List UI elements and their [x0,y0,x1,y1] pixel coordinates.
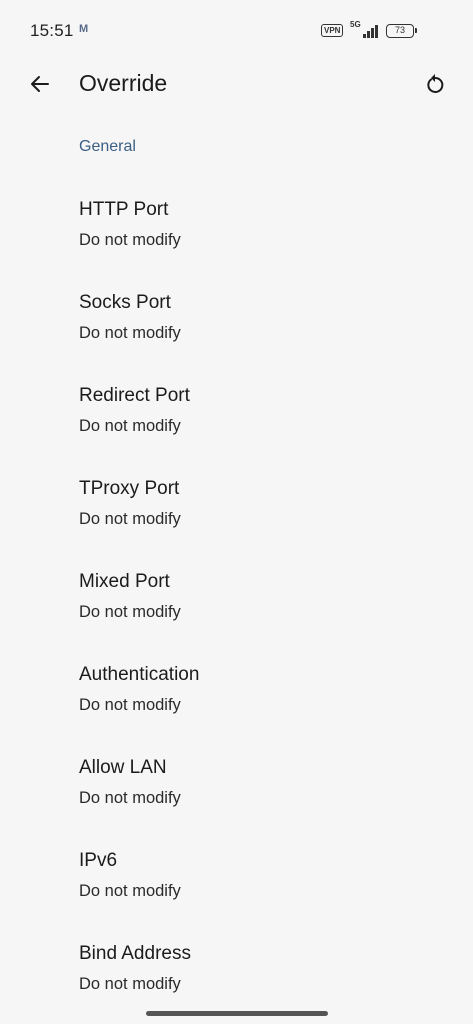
battery-tip [415,28,417,33]
setting-title: TProxy Port [79,478,180,499]
status-time: 15:51 [30,21,74,40]
setting-value: Do not modify [79,603,181,621]
setting-authentication[interactable]: Authentication Do not modify [0,645,473,738]
setting-bind-address[interactable]: Bind Address Do not modify [0,924,473,1017]
back-button[interactable] [24,68,56,100]
setting-socks-port[interactable]: Socks Port Do not modify [0,273,473,366]
status-bar: 15:51 M VPN 5G 73 [0,0,473,60]
setting-title: Authentication [79,664,200,685]
setting-redirect-port[interactable]: Redirect Port Do not modify [0,366,473,459]
setting-ipv6[interactable]: IPv6 Do not modify [0,831,473,924]
setting-title: IPv6 [79,850,118,871]
arrow-back-icon [31,76,49,92]
setting-allow-lan[interactable]: Allow LAN Do not modify [0,738,473,831]
setting-title: Bind Address [79,943,191,964]
vpn-icon: VPN [321,24,344,37]
setting-value: Do not modify [79,696,181,714]
app-bar: Override [0,60,473,108]
setting-title: Allow LAN [79,757,167,778]
setting-title: Socks Port [79,292,171,313]
setting-value: Do not modify [79,975,181,993]
reset-button[interactable] [419,68,451,100]
setting-title: Mixed Port [79,571,170,592]
battery-icon: 73 [386,24,414,38]
setting-mixed-port[interactable]: Mixed Port Do not modify [0,552,473,645]
setting-value: Do not modify [79,882,181,900]
gesture-navigation-bar[interactable] [146,1011,328,1016]
reset-icon [427,74,444,93]
setting-value: Do not modify [79,789,181,807]
setting-value: Do not modify [79,417,181,435]
screen: 15:51 M VPN 5G 73 Override General HTTP … [0,0,473,1024]
setting-http-port[interactable]: HTTP Port Do not modify [0,180,473,273]
setting-tproxy-port[interactable]: TProxy Port Do not modify [0,459,473,552]
settings-list: HTTP Port Do not modify Socks Port Do no… [0,180,473,1017]
signal-icon [363,25,378,38]
setting-value: Do not modify [79,324,181,342]
notification-app-icon: M [79,23,89,35]
section-header-general: General [79,138,136,155]
setting-title: HTTP Port [79,199,169,220]
setting-title: Redirect Port [79,385,190,406]
setting-value: Do not modify [79,231,181,249]
page-title: Override [79,70,168,96]
setting-value: Do not modify [79,510,181,528]
